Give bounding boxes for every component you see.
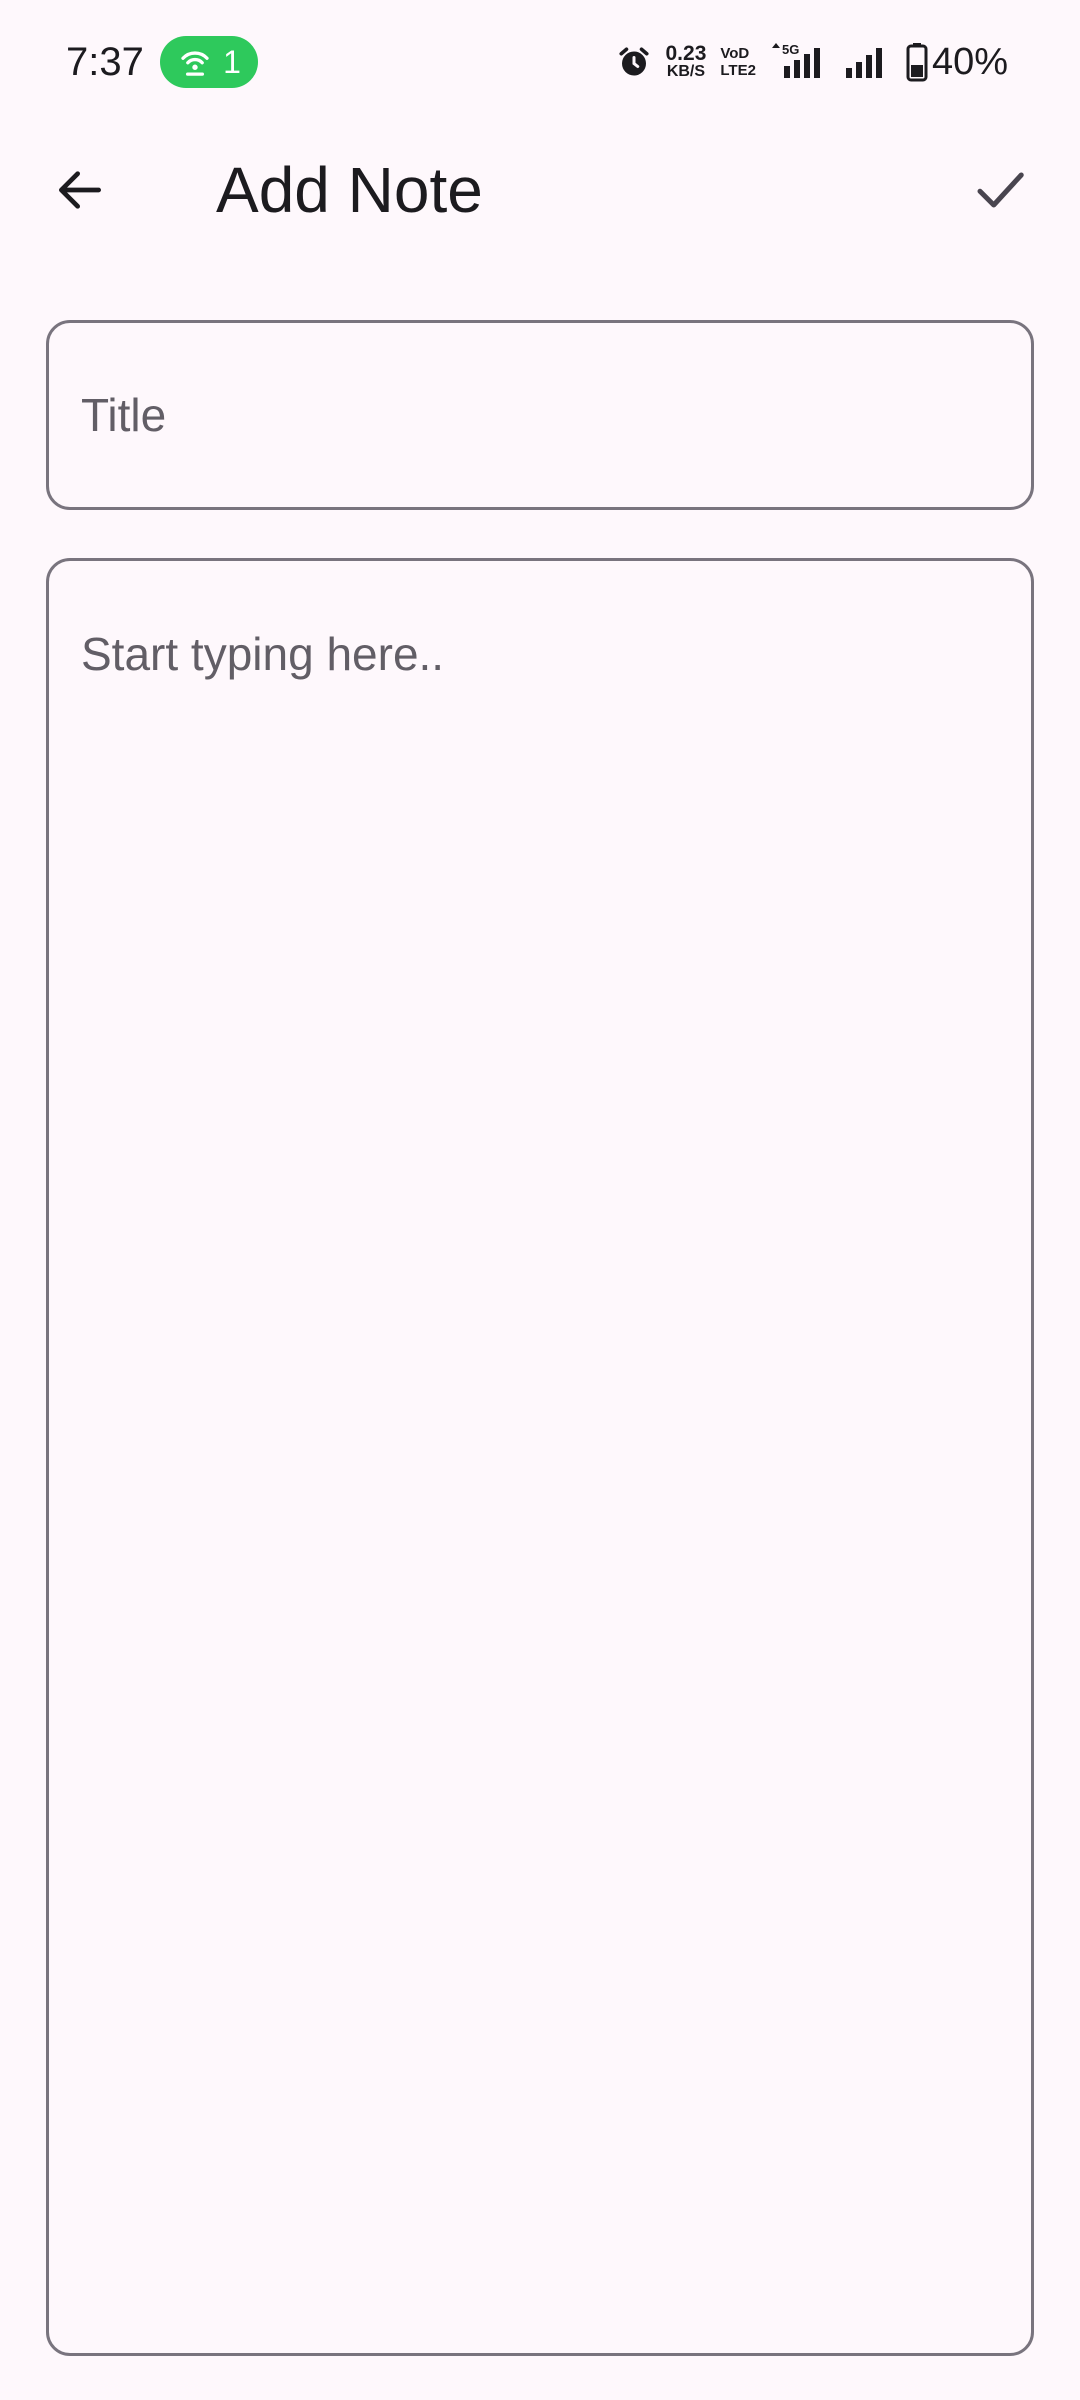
volte-bottom: LTE2 [720, 62, 756, 79]
title-field[interactable] [46, 320, 1034, 510]
save-button[interactable] [960, 150, 1040, 230]
status-time: 7:37 [66, 40, 144, 84]
network-type-label: 5G [782, 42, 799, 57]
back-button[interactable] [40, 150, 120, 230]
title-input[interactable] [81, 383, 999, 447]
volte-top: VoD [720, 45, 750, 62]
volte-indicator: VoD LTE2 [720, 45, 756, 79]
network-speed-value: 0.23 [665, 42, 707, 65]
network-speed: 0.23 KB/S [665, 42, 707, 80]
battery-fill [910, 65, 923, 77]
status-bar: 7:37 1 0.23 KB/S VoD LTE2 5G 40% [0, 0, 1080, 124]
note-body-input[interactable] [81, 625, 999, 2321]
status-icons: 0.23 KB/S VoD LTE2 5G 40% [616, 38, 1008, 86]
alarm-icon [618, 47, 649, 76]
battery-percent: 40% [931, 41, 1008, 83]
hotspot-icon [181, 51, 209, 76]
hotspot-indicator[interactable]: 1 [160, 36, 258, 88]
page-title: Add Note [216, 154, 483, 226]
battery: 40% [906, 38, 1008, 86]
note-body-field[interactable] [46, 558, 1034, 2356]
app-bar: Add Note [0, 124, 1080, 256]
signal-5g-icon: 5G [771, 42, 820, 78]
network-speed-unit: KB/S [666, 63, 706, 80]
battery-icon [906, 43, 928, 82]
signal-icon [845, 48, 882, 78]
arrow-back-icon [59, 171, 101, 209]
check-icon [977, 172, 1024, 208]
hotspot-count: 1 [223, 43, 241, 80]
